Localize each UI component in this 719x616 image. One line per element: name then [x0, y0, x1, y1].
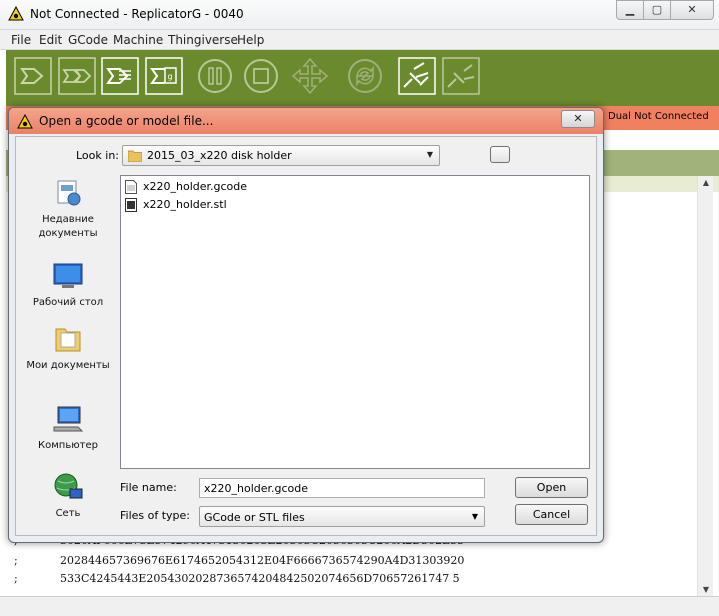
jog-icon[interactable]	[291, 57, 329, 95]
disconnect-icon[interactable]	[442, 57, 480, 95]
maximize-button[interactable]: ▢	[643, 0, 671, 20]
console-line: ; 202844657369676E6174652054312E04F666673…	[14, 554, 465, 567]
place-desktop[interactable]: Рабочий стол	[18, 260, 118, 310]
generate-gcode-icon[interactable]	[101, 57, 139, 95]
menu-file[interactable]: File	[11, 33, 31, 47]
window-title: Not Connected - ReplicatorG - 0040	[30, 7, 244, 21]
place-network[interactable]: Сеть	[18, 471, 118, 521]
upload-icon[interactable]	[58, 57, 96, 95]
gcode-file-icon	[125, 180, 137, 194]
stop-icon[interactable]	[242, 57, 280, 95]
dialog-body: Look in: 2015_03_x220 disk holder ▼ Неда…	[15, 136, 597, 536]
look-in-label: Look in:	[76, 149, 119, 162]
warning-icon	[17, 114, 33, 129]
look-in-dropdown[interactable]: 2015_03_x220 disk holder ▼	[122, 145, 440, 166]
menu-thingiverse[interactable]: Thingiverse	[168, 33, 238, 47]
place-my-documents[interactable]: Мои документы	[18, 323, 118, 373]
open-file-dialog: Open a gcode or model file... ✕ Look in:…	[8, 107, 604, 543]
view-menu-button[interactable]	[490, 146, 510, 163]
warning-icon	[8, 6, 24, 21]
my-documents-icon	[55, 328, 81, 352]
menu-edit[interactable]: Edit	[39, 33, 62, 47]
svg-text:g: g	[168, 72, 173, 81]
connect-icon[interactable]	[398, 57, 436, 95]
close-window-button[interactable]: ✕	[670, 0, 714, 20]
stl-file-icon	[125, 198, 137, 212]
dialog-titlebar: Open a gcode or model file... ✕	[9, 108, 603, 134]
file-type-dropdown[interactable]: GCode or STL files ▼	[199, 506, 485, 527]
folder-icon	[128, 150, 142, 162]
pause-icon[interactable]	[196, 57, 234, 95]
recent-documents-icon	[57, 180, 81, 206]
dialog-title: Open a gcode or model file...	[39, 114, 214, 128]
chevron-down-icon: ▼	[471, 512, 478, 521]
place-recent[interactable]: Недавние документы	[18, 177, 118, 241]
scroll-up-icon[interactable]: ▲	[698, 178, 714, 187]
cancel-button[interactable]: Cancel	[515, 504, 588, 525]
console-line: ; 533C4245443E205430202873657420484250207…	[14, 572, 460, 585]
reset-icon[interactable]	[346, 57, 384, 95]
file-name-input[interactable]: x220_holder.gcode	[199, 478, 485, 498]
minimize-button[interactable]: ▁	[616, 0, 644, 20]
open-button[interactable]: Open	[515, 477, 588, 498]
file-type-label: Files of type:	[120, 509, 191, 522]
console-scrollbar[interactable]: ▲ ▼	[697, 176, 713, 596]
menu-help[interactable]: Help	[237, 33, 264, 47]
window-titlebar: Not Connected - ReplicatorG - 0040 ▁ ▢ ✕	[0, 0, 719, 30]
network-icon	[54, 473, 83, 499]
desktop-icon	[53, 263, 83, 288]
place-computer[interactable]: Компьютер	[18, 403, 118, 453]
build-file-icon[interactable]: g	[145, 57, 183, 95]
toolbar: g	[6, 50, 719, 106]
places-bar: Недавние документы Рабочий стол Мои доку…	[18, 173, 118, 535]
scroll-down-icon[interactable]: ▼	[698, 585, 714, 594]
menu-bar: File Edit GCode Machine Thingiverse Help	[0, 30, 719, 50]
file-list[interactable]: x220_holder.gcode x220_holder.stl	[120, 175, 590, 469]
menu-machine[interactable]: Machine	[113, 33, 163, 47]
chevron-down-icon: ▼	[426, 150, 433, 159]
machine-status-text: Dual Not Connected	[608, 111, 709, 122]
computer-icon	[53, 406, 84, 432]
menu-gcode[interactable]: GCode	[68, 33, 108, 47]
dialog-close-button[interactable]: ✕	[561, 110, 595, 128]
look-in-value: 2015_03_x220 disk holder	[147, 149, 292, 162]
build-icon[interactable]	[14, 57, 52, 95]
file-type-value: GCode or STL files	[204, 511, 305, 524]
bottom-bar	[0, 596, 719, 616]
file-name-label: File name:	[120, 481, 177, 494]
